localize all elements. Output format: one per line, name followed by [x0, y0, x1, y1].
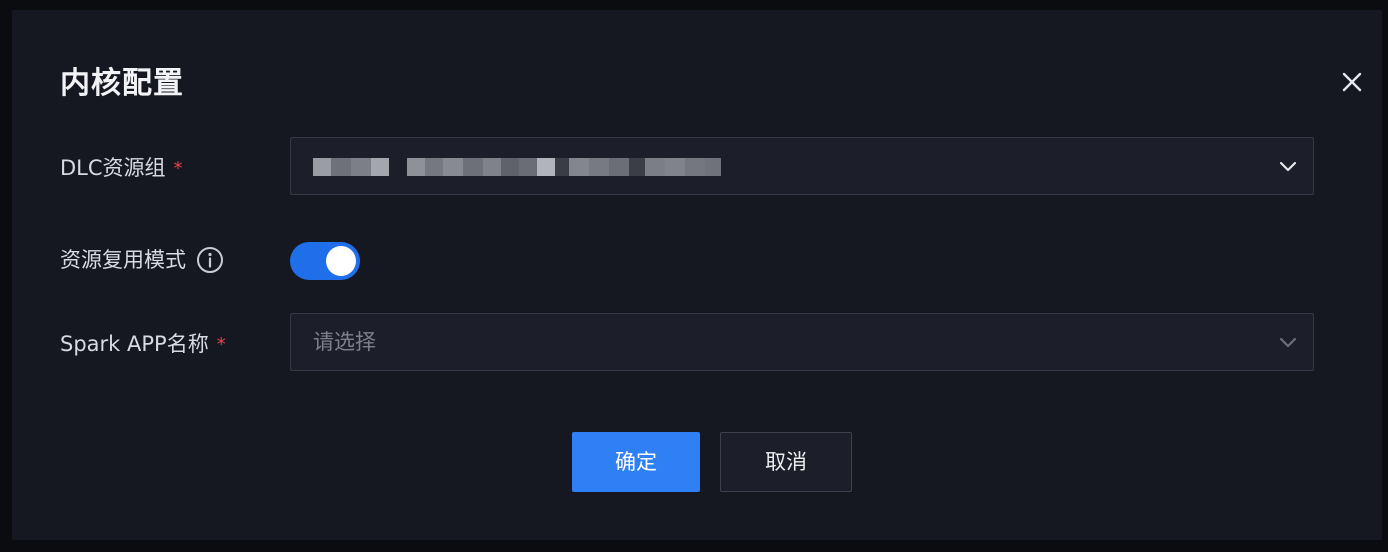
reuse-mode-label-text: 资源复用模式	[60, 248, 186, 272]
spark-app-placeholder: 请选择	[313, 330, 376, 354]
info-icon[interactable]	[196, 246, 224, 274]
reuse-mode-toggle[interactable]	[290, 242, 360, 280]
redacted-value	[313, 158, 721, 176]
chevron-down-icon	[1277, 331, 1299, 353]
resource-group-label: DLC资源组 *	[60, 154, 183, 182]
cancel-button[interactable]: 取消	[720, 432, 852, 492]
confirm-button[interactable]: 确定	[572, 432, 700, 492]
spark-app-select[interactable]: 请选择	[290, 313, 1314, 371]
resource-group-label-text: DLC资源组	[60, 156, 166, 180]
spark-app-label-text: Spark APP名称	[60, 332, 209, 356]
chevron-down-icon	[1277, 155, 1299, 177]
required-mark: *	[216, 334, 226, 355]
resource-group-select[interactable]	[290, 137, 1314, 195]
close-button[interactable]	[1338, 68, 1366, 96]
required-mark: *	[173, 158, 183, 179]
kernel-config-dialog: 内核配置 DLC资源组 * 资源复用模式 Spark APP名称 * 请选择 确…	[12, 10, 1382, 540]
dialog-title: 内核配置	[60, 66, 184, 101]
toggle-knob	[326, 246, 356, 276]
spark-app-label: Spark APP名称 *	[60, 330, 226, 358]
close-icon	[1342, 72, 1362, 92]
reuse-mode-label: 资源复用模式	[60, 246, 224, 274]
